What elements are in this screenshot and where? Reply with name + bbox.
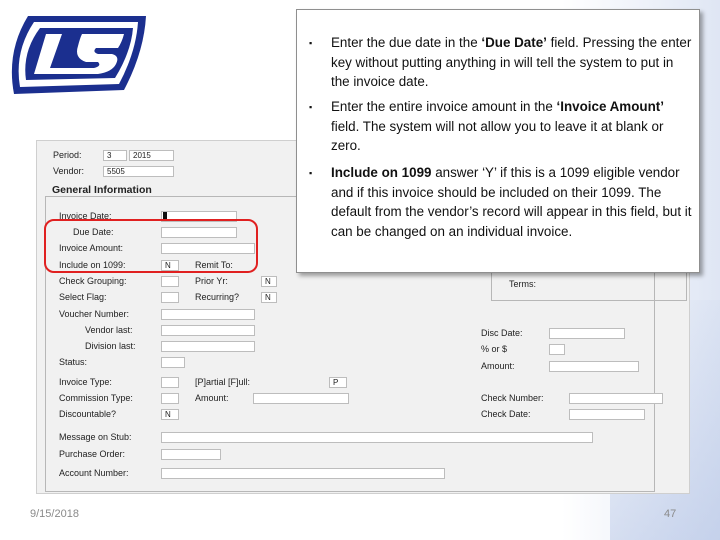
amount-field[interactable] xyxy=(253,393,349,404)
instruction-include-1099: Include on 1099 answer ‘Y’ if this is a … xyxy=(331,165,692,239)
invoice-type-field[interactable] xyxy=(161,377,179,388)
prior-yr-field[interactable]: N xyxy=(261,276,277,287)
disc-date-label: Disc Date: xyxy=(481,328,523,338)
account-number-field[interactable] xyxy=(161,468,445,479)
vendor-last-field[interactable] xyxy=(161,325,255,336)
prior-yr-label: Prior Yr: xyxy=(195,276,228,286)
bullet-icon: ▪ xyxy=(309,168,313,178)
pct-or-dollar-field[interactable] xyxy=(549,344,565,355)
division-last-label: Division last: xyxy=(85,341,136,351)
check-number-field[interactable] xyxy=(569,393,663,404)
invoice-type-label: Invoice Type: xyxy=(59,377,112,387)
commission-type-label: Commission Type: xyxy=(59,393,133,403)
check-date-label: Check Date: xyxy=(481,409,531,419)
right-amount-label: Amount: xyxy=(481,361,515,371)
year-field[interactable]: 2015 xyxy=(129,150,174,161)
vendor-last-label: Vendor last: xyxy=(85,325,133,335)
voucher-number-label: Voucher Number: xyxy=(59,309,130,319)
partial-full-label: [P]artial [F]ull: xyxy=(195,377,251,387)
check-grouping-field[interactable] xyxy=(161,276,179,287)
discountable-label: Discountable? xyxy=(59,409,117,419)
recurring-label: Recurring? xyxy=(195,292,240,302)
right-amount-field[interactable] xyxy=(549,361,639,372)
terms-label: Terms: xyxy=(509,279,536,289)
bullet-icon: ▪ xyxy=(309,38,313,48)
vendor-field[interactable]: 5505 xyxy=(103,166,174,177)
period-field[interactable]: 3 xyxy=(103,150,127,161)
instruction-callout: ▪ Enter the due date in the ‘Due Date’ f… xyxy=(296,9,700,273)
slide: Period: 3 2015 Vendor: 5505 General Info… xyxy=(0,0,720,540)
period-label: Period: xyxy=(53,150,82,160)
status-field[interactable] xyxy=(161,357,185,368)
purchase-order-label: Purchase Order: xyxy=(59,449,126,459)
select-flag-label: Select Flag: xyxy=(59,292,107,302)
status-label: Status: xyxy=(59,357,88,367)
pct-or-dollar-label: % or $ xyxy=(481,344,508,354)
message-on-stub-label: Message on Stub: xyxy=(59,432,132,442)
recurring-field[interactable]: N xyxy=(261,292,277,303)
message-on-stub-field[interactable] xyxy=(161,432,593,443)
disc-date-field[interactable] xyxy=(549,328,625,339)
division-last-field[interactable] xyxy=(161,341,255,352)
account-number-label: Account Number: xyxy=(59,468,129,478)
check-date-field[interactable] xyxy=(569,409,645,420)
voucher-number-field[interactable] xyxy=(161,309,255,320)
company-logo xyxy=(11,16,146,94)
vendor-label: Vendor: xyxy=(53,166,85,176)
discountable-field[interactable]: N xyxy=(161,409,179,420)
instruction-due-date: Enter the due date in the ‘Due Date’ fie… xyxy=(331,35,692,89)
bullet-icon: ▪ xyxy=(309,102,313,112)
footer-date: 9/15/2018 xyxy=(30,508,79,520)
highlight-box xyxy=(44,219,258,273)
select-flag-field[interactable] xyxy=(161,292,179,303)
amount-label: Amount: xyxy=(195,393,229,403)
instruction-invoice-amount: Enter the entire invoice amount in the ‘… xyxy=(331,99,664,153)
commission-type-field[interactable] xyxy=(161,393,179,404)
check-number-label: Check Number: xyxy=(481,393,544,403)
page-number: 47 xyxy=(664,508,677,520)
check-grouping-label: Check Grouping: xyxy=(59,276,127,286)
partial-full-field[interactable]: P xyxy=(329,377,347,388)
section-general-information: General Information xyxy=(52,184,152,196)
purchase-order-field[interactable] xyxy=(161,449,221,460)
